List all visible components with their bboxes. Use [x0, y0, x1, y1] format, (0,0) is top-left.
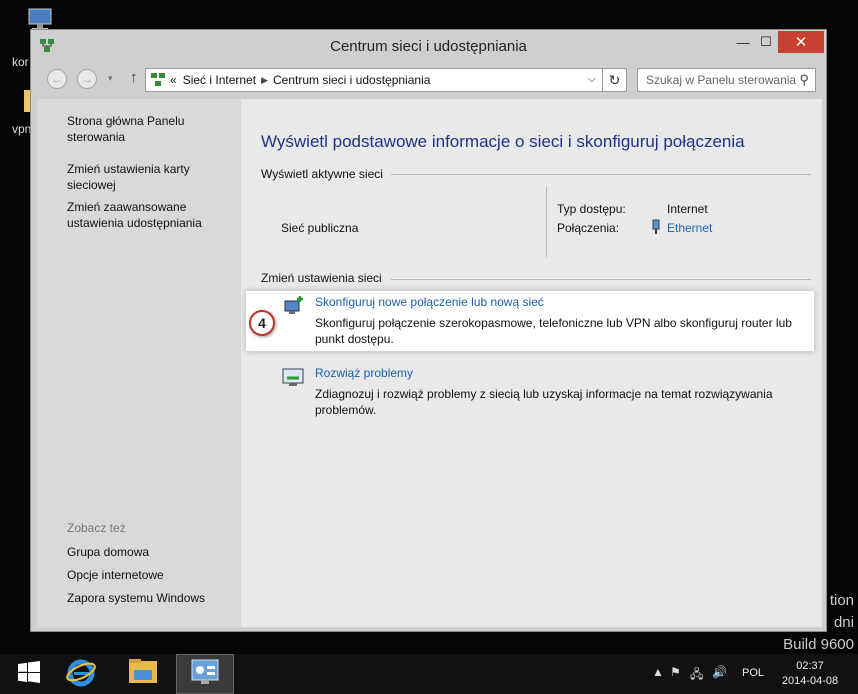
window-title: Centrum sieci i udostępniania: [330, 38, 527, 55]
see-also-link-internet-options[interactable]: Opcje internetowe: [67, 567, 237, 583]
step-badge: 4: [249, 310, 275, 336]
refresh-button[interactable]: ↻: [603, 68, 627, 92]
control-panel-icon: [189, 657, 221, 692]
taskbar-clock[interactable]: 02:37 2014-04-08: [778, 659, 842, 689]
location-icon: [150, 72, 166, 88]
new-connection-icon[interactable]: [281, 295, 305, 319]
address-bar-row: ← → ▾ ↑ « Sieć i Internet ▶ Centrum siec…: [37, 67, 822, 93]
start-button[interactable]: [0, 654, 58, 694]
forward-button[interactable]: →: [77, 69, 97, 89]
show-hidden-icons-icon[interactable]: ▲: [652, 665, 664, 679]
network-tray-icon[interactable]: 🖧: [690, 665, 703, 686]
sidebar-link-control-panel-home[interactable]: Strona główna Panelu sterowania: [67, 113, 197, 145]
divider: [391, 279, 811, 280]
breadcrumb-separator-icon[interactable]: ▶: [261, 75, 268, 86]
taskbar-file-explorer[interactable]: [114, 654, 172, 694]
ethernet-icon: [651, 219, 661, 235]
address-dropdown-chevron-icon[interactable]: ⌵: [588, 73, 596, 86]
input-language[interactable]: POL: [742, 667, 764, 679]
content-area: Strona główna Panelu sterowania Zmień us…: [37, 99, 822, 627]
breadcrumb-item[interactable]: Sieć i Internet: [183, 73, 256, 87]
breadcrumb-overflow[interactable]: «: [170, 73, 177, 87]
setup-new-connection-desc: Skonfiguruj połączenie szerokopasmowe, t…: [315, 316, 792, 346]
close-button[interactable]: ✕: [778, 31, 824, 53]
divider: [391, 174, 811, 175]
see-also-link-windows-firewall[interactable]: Zapora systemu Windows: [67, 590, 237, 606]
network-name: Sieć publiczna: [281, 221, 359, 235]
setup-new-connection-link[interactable]: Skonfiguruj nowe połączenie lub nową sie…: [315, 295, 544, 309]
action-center-flag-icon[interactable]: ⚑: [670, 665, 681, 679]
troubleshoot-link[interactable]: Rozwiąż problemy: [315, 366, 413, 380]
title-bar[interactable]: Centrum sieci i udostępniania — ☐ ✕: [31, 30, 826, 61]
clock-time: 02:37: [796, 660, 824, 672]
search-input[interactable]: Szukaj w Panelu sterowania ⚲: [637, 68, 816, 92]
address-field[interactable]: « Sieć i Internet ▶ Centrum sieci i udos…: [145, 68, 603, 92]
access-type-value: Internet: [667, 202, 708, 216]
recent-pages-chevron-icon[interactable]: ▾: [108, 73, 113, 84]
internet-explorer-icon: [65, 656, 97, 693]
watermark-line: dni: [833, 614, 854, 631]
taskbar: ▲ ⚑ 🖧 🔊 POL 02:37 2014-04-08: [0, 654, 858, 694]
windows-logo-icon: [17, 660, 41, 689]
watermark-line: tion: [829, 592, 854, 609]
see-also-title: Zobacz też: [67, 521, 126, 535]
up-button[interactable]: ↑: [130, 69, 138, 86]
breadcrumb-item[interactable]: Centrum sieci i udostępniania: [273, 73, 430, 87]
search-icon[interactable]: ⚲: [799, 72, 809, 88]
page-title: Wyświetl podstawowe informacje o sieci i…: [261, 132, 745, 151]
left-pane: Strona główna Panelu sterowania Zmień us…: [37, 99, 241, 627]
sidebar-link-advanced-sharing[interactable]: Zmień zaawansowane ustawienia udostępnia…: [67, 199, 217, 231]
troubleshoot-icon[interactable]: [281, 365, 305, 389]
desktop-icon-label: vpn: [12, 122, 32, 136]
clock-date: 2014-04-08: [781, 675, 839, 687]
sidebar-link-adapter-settings[interactable]: Zmień ustawienia karty sieciowej: [67, 161, 207, 193]
taskbar-control-panel[interactable]: [176, 654, 234, 694]
volume-icon[interactable]: 🔊: [712, 665, 727, 679]
divider: [546, 187, 547, 257]
maximize-button[interactable]: ☐: [753, 31, 779, 53]
back-button[interactable]: ←: [47, 69, 67, 89]
active-networks-title: Wyświetl aktywne sieci: [261, 167, 383, 181]
control-panel-window: Centrum sieci i udostępniania — ☐ ✕ ← → …: [30, 29, 827, 632]
change-settings-title: Zmień ustawienia sieci: [261, 271, 382, 285]
main-pane: Wyświetl podstawowe informacje o sieci i…: [241, 99, 822, 627]
see-also-link-homegroup[interactable]: Grupa domowa: [67, 544, 237, 560]
file-explorer-icon: [127, 657, 159, 692]
search-placeholder: Szukaj w Panelu sterowania: [646, 73, 797, 87]
ethernet-link[interactable]: Ethernet: [667, 221, 712, 235]
access-type-label: Typ dostępu:: [557, 202, 626, 216]
troubleshoot-desc: Zdiagnozuj i rozwiąż problemy z siecią l…: [315, 387, 773, 417]
desktop-icon-label: kor: [12, 55, 29, 69]
watermark-build: Build 9600: [783, 636, 854, 653]
taskbar-internet-explorer[interactable]: [52, 654, 110, 694]
connections-label: Połączenia:: [557, 221, 620, 235]
